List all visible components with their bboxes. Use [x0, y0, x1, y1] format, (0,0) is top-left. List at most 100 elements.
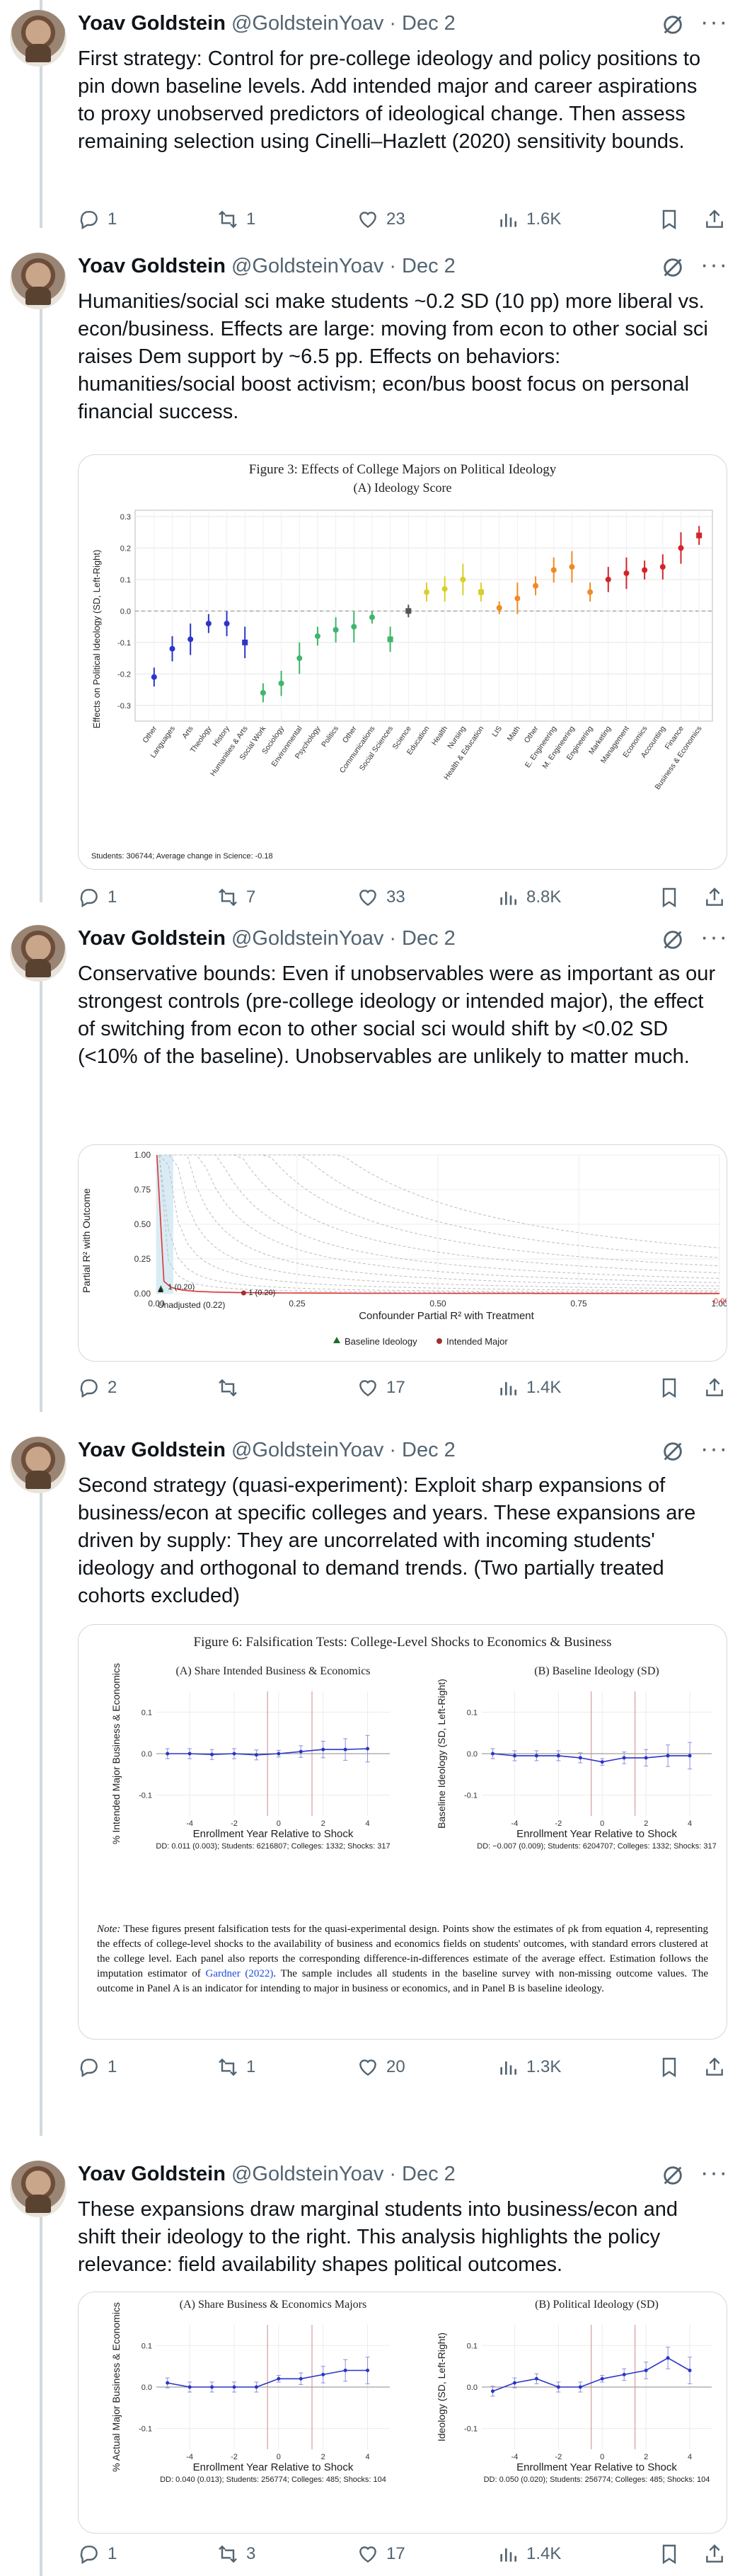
x-tick-label: 0	[277, 1819, 281, 1828]
repost-button[interactable]: 1	[216, 208, 255, 231]
like-button[interactable]: 17	[357, 1376, 405, 1399]
views-button[interactable]: 1.6K	[497, 208, 561, 231]
views-icon	[500, 892, 516, 905]
figure-card[interactable]: Partial R² with Outcome Confounder Parti…	[78, 1144, 727, 1362]
avatar[interactable]	[10, 1437, 67, 1493]
more-icon[interactable]: ···	[700, 253, 729, 277]
y-tick-label: 0.50	[134, 1219, 151, 1229]
share-icon[interactable]	[703, 208, 726, 231]
more-icon[interactable]: ···	[700, 2161, 729, 2185]
author-name[interactable]: Yoav Goldstein	[78, 927, 226, 950]
y-tick-label: 0.0	[141, 1750, 152, 1759]
grok-icon[interactable]	[661, 13, 685, 37]
share-icon[interactable]	[703, 2056, 726, 2078]
author-handle[interactable]: @GoldsteinYoav	[231, 1439, 383, 1462]
more-icon[interactable]: ···	[700, 10, 729, 34]
avatar[interactable]	[10, 253, 67, 309]
share-icon[interactable]	[703, 2543, 726, 2565]
author-name[interactable]: Yoav Goldstein	[78, 12, 226, 35]
reply-button[interactable]: 1	[78, 2543, 117, 2565]
y-tick-label: 0.3	[120, 513, 131, 522]
repost-button[interactable]	[216, 1376, 246, 1399]
grok-icon[interactable]	[661, 2163, 685, 2187]
tweet-date[interactable]: Dec 2	[402, 2163, 456, 2186]
bookmark-icon[interactable]	[658, 208, 681, 231]
bookmark-icon[interactable]	[658, 1376, 681, 1399]
separator: ·	[389, 2162, 397, 2185]
views-button[interactable]: 1.3K	[497, 2056, 561, 2078]
action-bar: 1 1 20 1.3K	[78, 2056, 726, 2084]
panel-title: (A) Share Intended Business & Economics	[175, 1665, 370, 1677]
views-button[interactable]: 1.4K	[497, 1376, 561, 1399]
reply-button[interactable]: 1	[78, 2056, 117, 2078]
views-button[interactable]: 8.8K	[497, 886, 561, 909]
tweet-header: Yoav Goldstein @GoldsteinYoav · Dec 2	[78, 926, 456, 950]
tweet-date[interactable]: Dec 2	[402, 927, 456, 950]
panel-footnote: DD: −0.007 (0.009); Students: 6204707; C…	[477, 1842, 716, 1851]
point-marker	[151, 674, 157, 680]
tweet-date[interactable]: Dec 2	[402, 255, 456, 278]
x-tick-label: -2	[555, 1819, 562, 1828]
reply-button[interactable]: 2	[78, 1376, 117, 1399]
point-marker	[260, 689, 266, 696]
avatar[interactable]	[10, 925, 67, 982]
author-handle[interactable]: @GoldsteinYoav	[231, 12, 383, 35]
repost-button[interactable]: 7	[216, 886, 255, 909]
share-icon[interactable]	[703, 1376, 726, 1399]
repost-button[interactable]: 1	[216, 2056, 255, 2078]
avatar[interactable]	[10, 2161, 67, 2217]
legend-circle-marker	[437, 1338, 442, 1344]
author-name[interactable]: Yoav Goldstein	[78, 255, 226, 278]
author-handle[interactable]: @GoldsteinYoav	[231, 927, 383, 950]
figure-card[interactable]: Figure 3: Effects of College Majors on P…	[78, 454, 727, 870]
grok-icon[interactable]	[661, 1439, 685, 1464]
more-icon[interactable]: ···	[700, 1437, 729, 1461]
x-tick-label: 4	[688, 2453, 692, 2461]
reply-button[interactable]: 1	[78, 208, 117, 231]
thread-line	[40, 0, 42, 10]
author-handle[interactable]: @GoldsteinYoav	[231, 2163, 383, 2186]
like-button[interactable]: 20	[357, 2056, 405, 2078]
x-axis-label: Enrollment Year Relative to Shock	[193, 1828, 354, 1840]
y-tick-label: 0.2	[120, 544, 131, 553]
like-button[interactable]: 17	[357, 2543, 405, 2565]
tweet-header: Yoav Goldstein @GoldsteinYoav · Dec 2	[78, 1438, 456, 1462]
panel-footnote: DD: 0.050 (0.020); Students: 256774; Col…	[484, 2476, 710, 2484]
tweet: Yoav Goldstein @GoldsteinYoav · Dec 2 ··…	[0, 1437, 740, 2137]
like-icon	[359, 2546, 376, 2563]
tweet-date[interactable]: Dec 2	[402, 12, 456, 35]
point-marker	[296, 655, 303, 662]
reply-icon	[80, 1379, 98, 1398]
views-button[interactable]: 1.4K	[497, 2543, 561, 2565]
repost-count: 7	[246, 887, 256, 907]
tweet-date[interactable]: Dec 2	[402, 1439, 456, 1462]
author-name[interactable]: Yoav Goldstein	[78, 1439, 226, 1462]
grok-icon[interactable]	[661, 255, 685, 280]
grok-icon[interactable]	[661, 928, 685, 952]
author-handle[interactable]: @GoldsteinYoav	[231, 255, 383, 278]
y-tick-label: 0.75	[134, 1185, 151, 1195]
more-icon[interactable]: ···	[700, 925, 729, 949]
like-button[interactable]: 33	[357, 886, 405, 909]
repost-button[interactable]: 3	[216, 2543, 255, 2565]
like-button[interactable]: 23	[357, 208, 405, 231]
x-tick-label: -4	[511, 1819, 519, 1828]
figure-card[interactable]: Figure 6: Falsification Tests: College-L…	[78, 1624, 727, 2040]
x-tick-label: 0	[600, 1819, 604, 1828]
reply-button[interactable]: 1	[78, 886, 117, 909]
figure-card[interactable]: (A) Share Business & Economics Majors 0.1…	[78, 2292, 727, 2534]
bookmark-icon[interactable]	[658, 886, 681, 909]
author-name[interactable]: Yoav Goldstein	[78, 2163, 226, 2186]
x-tick-label: Other	[341, 724, 359, 744]
note-citation-link[interactable]: Gardner (2022)	[206, 1968, 274, 1979]
bookmark-icon[interactable]	[658, 2543, 681, 2565]
figure-3-chart: Figure 3: Effects of College Majors on P…	[91, 462, 713, 861]
avatar[interactable]	[10, 10, 67, 67]
panel-footnote: DD: 0.011 (0.003); Students: 6216807; Co…	[156, 1842, 390, 1851]
separator: ·	[389, 254, 397, 277]
repost-icon	[219, 2058, 237, 2076]
x-tick-label: 0	[600, 2453, 604, 2461]
bookmark-icon[interactable]	[658, 2056, 681, 2078]
views-icon	[500, 214, 516, 227]
share-icon[interactable]	[703, 886, 726, 909]
